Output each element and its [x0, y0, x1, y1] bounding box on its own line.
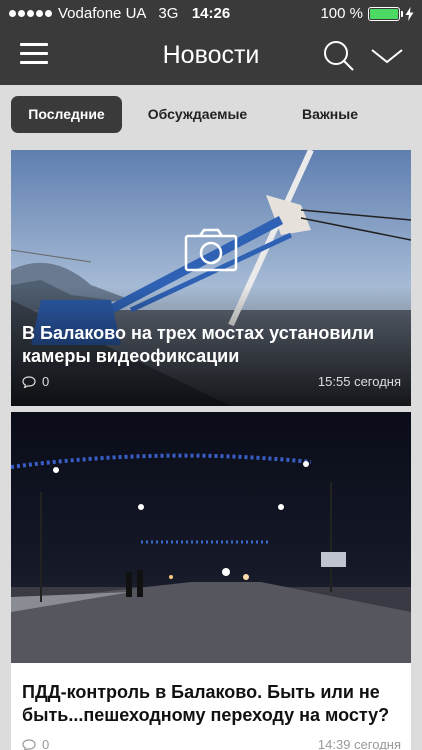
- comment-icon: [22, 738, 36, 750]
- article-meta: 0 15:55 сегодня: [22, 374, 401, 389]
- article-date: 14:39 сегодня: [317, 737, 401, 750]
- comment-count: 0: [42, 374, 50, 389]
- search-icon: [324, 41, 354, 71]
- tab-latest[interactable]: Последние: [11, 96, 122, 133]
- camera-icon: [184, 228, 238, 272]
- tab-discussed[interactable]: Обсуждаемые: [135, 96, 260, 133]
- page-title: Новости: [162, 41, 260, 69]
- status-bar: Vodafone UA 3G 14:26 100 %: [0, 0, 422, 28]
- category-tabs: Последние Обсуждаемые Важные: [0, 85, 422, 143]
- battery-percent: 100 %: [320, 5, 363, 22]
- tab-important[interactable]: Важные: [285, 96, 375, 133]
- navigation-bar: Новости: [0, 28, 422, 85]
- article-title: В Балаково на трех мостах установили кам…: [22, 323, 375, 366]
- search-button[interactable]: [322, 39, 356, 73]
- comment-icon: [22, 375, 36, 388]
- article-date: 15:55 сегодня: [317, 374, 401, 389]
- dropdown-button[interactable]: [370, 43, 404, 67]
- news-card[interactable]: ПДД-контроль в Балаково. Быть или не быт…: [11, 412, 411, 750]
- article-photo: [11, 412, 411, 663]
- battery-icon: [368, 6, 403, 21]
- news-card[interactable]: В Балаково на трех мостах установили кам…: [11, 150, 411, 406]
- comment-count: 0: [42, 737, 50, 750]
- chevron-down-icon: [371, 49, 403, 64]
- article-meta: 0 14:39 сегодня: [22, 737, 401, 750]
- charging-bolt-icon: [405, 6, 414, 21]
- article-title: ПДД-контроль в Балаково. Быть или не быт…: [22, 682, 390, 725]
- app-header: Vodafone UA 3G 14:26 100 % Новости: [0, 0, 422, 85]
